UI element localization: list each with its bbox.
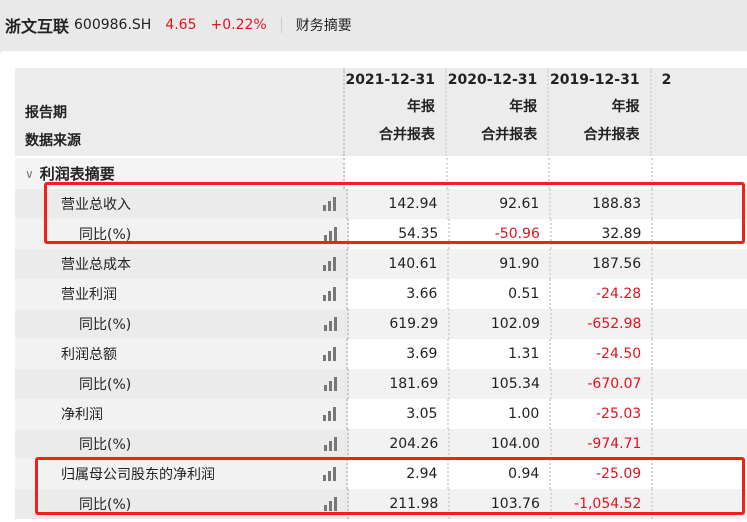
value-cell: 140.61 [347, 249, 450, 279]
column-date: 2 [661, 72, 672, 88]
empty-cell [653, 399, 747, 429]
table-row: 利润总额 3.69 1.31 -24.50 [15, 339, 747, 369]
value-cell: 187.56 [551, 249, 654, 279]
bar-chart-icon[interactable] [323, 377, 337, 391]
table-row: 同比(%) 619.29 102.09 -652.98 [15, 309, 747, 339]
value-cell: 3.69 [347, 339, 450, 369]
stock-code: 600986.SH [74, 17, 152, 33]
table-header: 报告期 数据来源 2021-12-31 年报合并报表 2020-12-31 年报合并… [15, 68, 747, 156]
column-type: 年报 [509, 99, 538, 115]
column-header[interactable]: 2021-12-31 年报合并报表 [344, 68, 448, 156]
highlight-box-revenue [44, 182, 745, 244]
value-cell: -670.07 [551, 369, 654, 399]
value-cell: 104.00 [450, 429, 552, 459]
row-label: 同比(%) [79, 377, 132, 393]
stock-price: 4.65 [165, 17, 197, 33]
row-label: 同比(%) [79, 317, 132, 333]
table-row: 净利润 3.05 1.00 -25.03 [15, 399, 747, 429]
group-label: 利润表摘要 [39, 165, 115, 183]
row-label-cell: 净利润 [15, 399, 348, 429]
column-type: 年报 [407, 99, 436, 115]
bar-chart-icon[interactable] [322, 257, 336, 271]
stock-header: 浙文互联 600986.SH 4.65 +0.22% 财务摘要 [0, 0, 747, 50]
bar-chart-icon[interactable] [322, 407, 336, 421]
source-label: 数据来源 [25, 133, 81, 149]
row-label: 利润总额 [61, 347, 117, 363]
value-cell: 3.66 [347, 279, 450, 309]
value-cell: 0.51 [449, 279, 552, 309]
row-label-cell: 营业利润 [15, 279, 348, 309]
column-source: 合并报表 [379, 127, 436, 143]
chevron-down-icon[interactable]: ∨ [25, 167, 34, 181]
empty-cell [653, 339, 747, 369]
empty-cell [653, 309, 747, 339]
column-header[interactable]: 2019-12-31 年报合并报表 [549, 68, 652, 156]
table-row: 同比(%) 181.69 105.34 -670.07 [15, 369, 747, 399]
row-label-cell: 同比(%) [15, 309, 349, 339]
value-cell: 204.26 [348, 429, 451, 459]
value-cell: 102.09 [450, 309, 552, 339]
period-label: 报告期 [25, 105, 67, 121]
price-change: +0.22% [210, 17, 267, 33]
table-row: 营业利润 3.66 0.51 -24.28 [15, 279, 747, 309]
bar-chart-icon[interactable] [323, 317, 337, 331]
highlight-box-net-profit [35, 457, 745, 515]
column-type: 年报 [611, 99, 640, 115]
empty-cell [653, 249, 747, 279]
row-label: 同比(%) [79, 437, 132, 453]
column-date: 2020-12-31 [447, 72, 538, 88]
row-label-cell: 利润总额 [15, 339, 348, 369]
column-date: 2021-12-31 [345, 72, 436, 88]
stock-name: 浙文互联 [5, 17, 70, 36]
table-row: 同比(%) 204.26 104.00 -974.71 [15, 429, 747, 459]
bar-chart-icon[interactable] [322, 347, 336, 361]
section-title: 财务摘要 [295, 18, 352, 34]
value-cell: -25.03 [551, 399, 654, 429]
value-cell: 105.34 [450, 369, 552, 399]
column-header[interactable]: 2020-12-31 年报合并报表 [447, 68, 550, 156]
value-cell: 1.31 [449, 339, 552, 369]
empty-cell [653, 369, 747, 399]
value-cell: 619.29 [348, 309, 451, 339]
column-header[interactable]: 2 [651, 68, 747, 156]
column-source: 合并报表 [583, 127, 640, 143]
value-cell: -24.28 [551, 279, 654, 309]
column-date: 2019-12-31 [550, 72, 640, 88]
row-label: 营业总成本 [61, 257, 131, 273]
header-labels: 报告期 数据来源 [15, 68, 345, 156]
bar-chart-icon[interactable] [323, 437, 337, 451]
value-cell: 91.90 [449, 249, 552, 279]
row-label-cell: 同比(%) [15, 369, 349, 399]
financial-table: 报告期 数据来源 2021-12-31 年报合并报表 2020-12-31 年报合并… [15, 68, 747, 519]
value-cell: -652.98 [551, 309, 654, 339]
financial-summary-panel: 报告期 数据来源 2021-12-31 年报合并报表 2020-12-31 年报合并… [0, 51, 747, 522]
value-cell: -974.71 [551, 429, 654, 459]
row-label: 净利润 [61, 407, 103, 423]
bar-chart-icon[interactable] [322, 287, 336, 301]
divider [280, 17, 282, 33]
value-cell: 1.00 [449, 399, 552, 429]
row-label: 营业利润 [61, 287, 117, 303]
column-source: 合并报表 [481, 127, 538, 143]
table-row: 营业总成本 140.61 91.90 187.56 [15, 249, 747, 279]
value-cell: -24.50 [551, 339, 654, 369]
empty-cell [653, 429, 747, 459]
row-label-cell: 营业总成本 [15, 249, 348, 279]
value-cell: 3.05 [347, 399, 450, 429]
value-cell: 181.69 [348, 369, 451, 399]
row-label-cell: 同比(%) [15, 429, 349, 459]
empty-cell [653, 279, 747, 309]
